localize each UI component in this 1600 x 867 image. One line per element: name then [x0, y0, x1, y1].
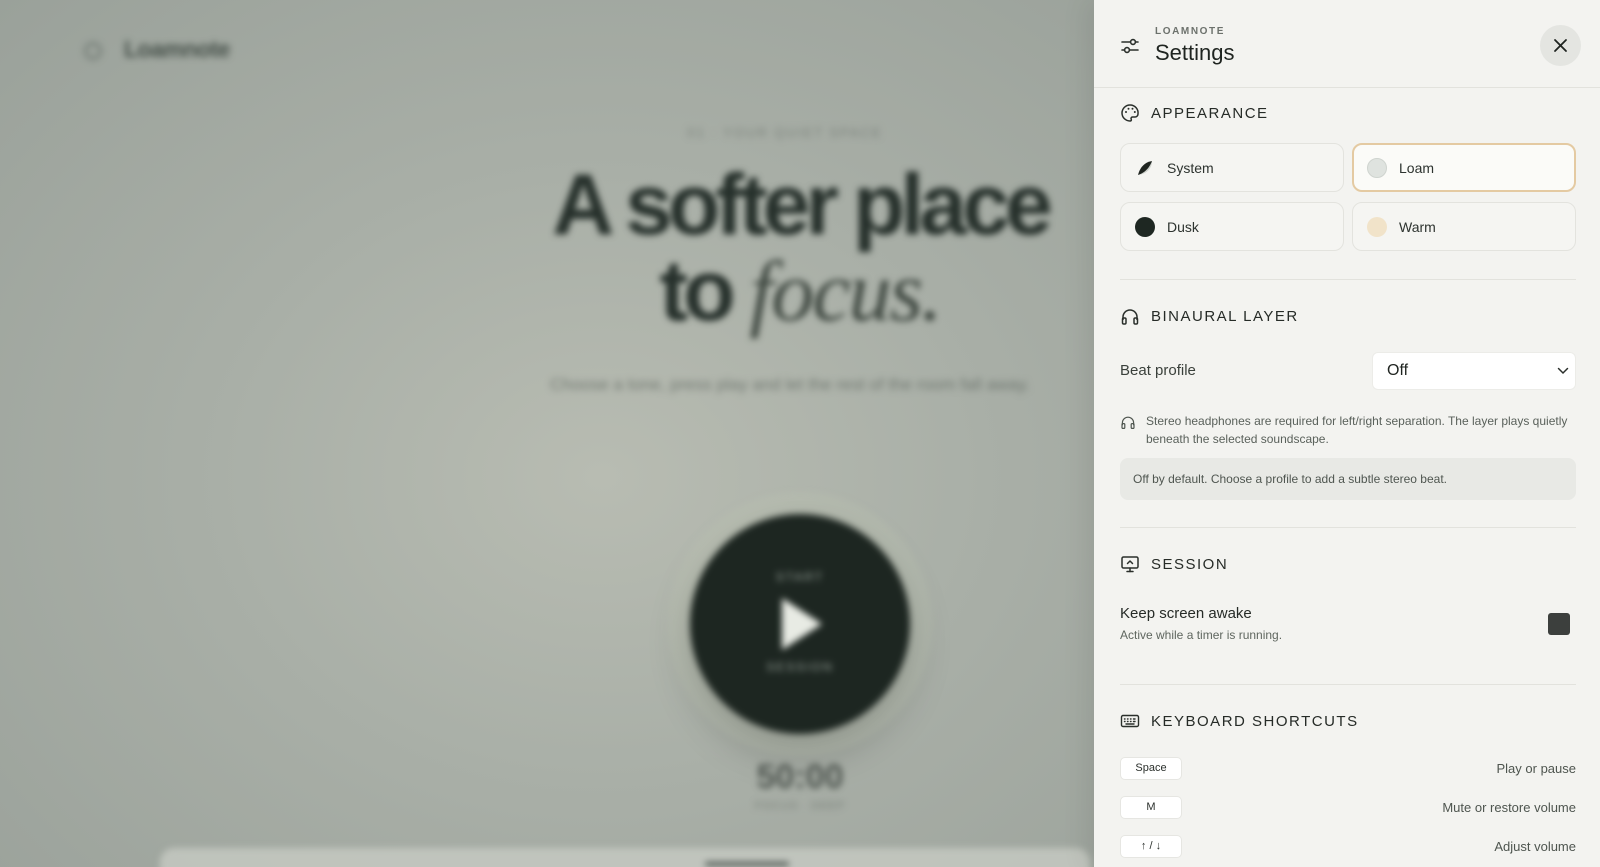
- theme-option-label: Warm: [1399, 218, 1436, 235]
- session-section-title: SESSION: [1120, 554, 1228, 574]
- shortcut-key-m: M: [1120, 796, 1182, 819]
- headphones-note-text: Stereo headphones are required for left/…: [1146, 414, 1568, 446]
- theme-option-label: Loam: [1399, 159, 1435, 176]
- keyboard-icon: [1120, 714, 1140, 728]
- theme-option-label: Dusk: [1167, 218, 1199, 235]
- hero-headline-line1: A softer place: [552, 157, 1053, 253]
- headphones-note: Stereo headphones are required for left/…: [1120, 412, 1576, 448]
- close-icon: [1554, 39, 1567, 52]
- theme-option-dusk[interactable]: Dusk: [1120, 202, 1344, 251]
- settings-title: Settings: [1155, 40, 1235, 65]
- app-name: Loamnote: [124, 36, 230, 62]
- binaural-section-title: BINAURAL LAYER: [1120, 306, 1299, 326]
- theme-option-loam[interactable]: Loam: [1352, 143, 1576, 192]
- play-icon: [782, 598, 822, 650]
- hero-kicker: 01 · YOUR QUIET SPACE: [687, 125, 883, 140]
- loam-swatch-icon: [1367, 157, 1387, 178]
- close-button[interactable]: [1540, 25, 1581, 66]
- play-label-bottom: SESSION: [766, 660, 834, 674]
- play-button[interactable]: START SESSION: [690, 514, 910, 734]
- shortcut-description: Mute or restore volume: [1442, 800, 1576, 815]
- shortcuts-heading: KEYBOARD SHORTCUTS: [1151, 712, 1359, 730]
- shortcut-description: Adjust volume: [1494, 839, 1576, 854]
- palette-icon: [1121, 104, 1139, 122]
- shortcut-key-arrows: ↑ / ↓: [1120, 835, 1182, 858]
- beat-profile-select[interactable]: Off: [1372, 352, 1576, 390]
- shortcut-key-space: Space: [1120, 757, 1182, 780]
- hero-subtitle: Choose a tone, press play and let the re…: [550, 375, 1030, 394]
- sliders-icon: [1121, 38, 1139, 54]
- theme-option-label: System: [1167, 159, 1214, 176]
- beat-profile-value: Off: [1387, 362, 1409, 379]
- settings-header: LOAMNOTE Settings: [1094, 0, 1600, 88]
- monitor-icon: [1121, 556, 1139, 573]
- timer-subtitle: FOCUS · DEEP: [754, 800, 846, 812]
- keep-awake-label: Keep screen awake: [1120, 605, 1252, 622]
- bottom-dock: [160, 848, 1090, 867]
- keep-awake-description: Active while a timer is running.: [1120, 628, 1283, 642]
- appearance-section-title: APPEARANCE: [1120, 103, 1269, 123]
- shortcut-description: Play or pause: [1496, 761, 1577, 776]
- section-divider: [1120, 527, 1576, 528]
- beat-profile-label: Beat profile: [1120, 362, 1196, 379]
- system-theme-icon: [1138, 160, 1152, 175]
- settings-panel: LOAMNOTE Settings APPEARANCE System Loam…: [1094, 0, 1600, 867]
- app-backdrop: Loamnote 01 · YOUR QUIET SPACE A softer …: [0, 0, 1094, 867]
- settings-kicker: LOAMNOTE: [1155, 26, 1226, 37]
- appearance-heading: APPEARANCE: [1151, 104, 1269, 122]
- binaural-heading: BINAURAL LAYER: [1151, 307, 1299, 325]
- keep-awake-toggle[interactable]: [1548, 613, 1570, 635]
- section-divider: [1120, 279, 1576, 280]
- shortcuts-section-title: KEYBOARD SHORTCUTS: [1120, 711, 1359, 731]
- theme-option-warm[interactable]: Warm: [1352, 202, 1576, 251]
- session-heading: SESSION: [1151, 555, 1229, 573]
- warm-swatch-icon: [1367, 216, 1387, 237]
- dock-active-indicator: [705, 862, 789, 866]
- theme-option-system[interactable]: System: [1120, 143, 1344, 192]
- binaural-info-box: Off by default. Choose a profile to add …: [1120, 458, 1576, 500]
- app-logo-icon: [84, 42, 102, 60]
- hero-headline-line2-italic: focus.: [749, 243, 943, 339]
- headphones-small-icon: [1121, 416, 1135, 429]
- headphones-icon: [1121, 309, 1139, 325]
- hero-headline: A softer place to focus.: [480, 162, 1094, 334]
- dusk-swatch-icon: [1135, 216, 1155, 237]
- section-divider: [1120, 684, 1576, 685]
- hero-headline-line2-plain: to: [659, 243, 735, 339]
- binaural-info-text: Off by default. Choose a profile to add …: [1133, 472, 1447, 486]
- chevron-down-icon: [1557, 367, 1569, 375]
- play-label-top: START: [775, 570, 825, 584]
- timer-display: 50:00: [756, 758, 844, 796]
